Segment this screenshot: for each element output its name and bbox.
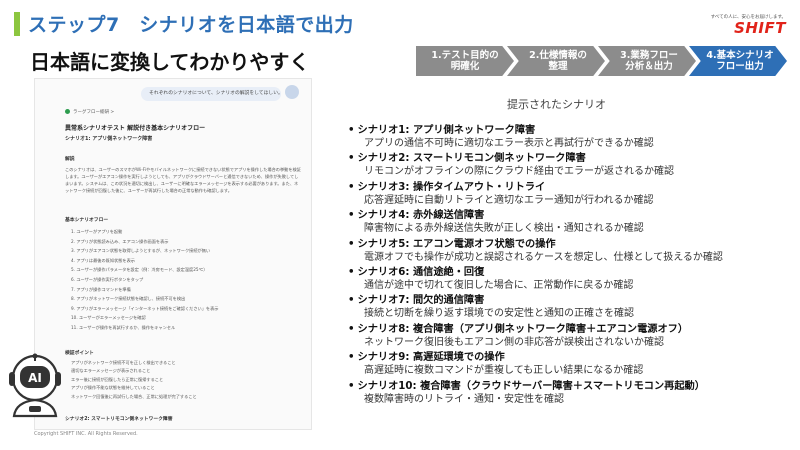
flow-step-2-line1: 2.仕様情報の [529, 50, 587, 61]
flow-step-2-line2: 整理 [548, 61, 568, 72]
scenario-title: シナリオ7: 間欠的通信障害 [348, 294, 798, 307]
flow-step-item: 5. ユーザーが操作パラメータを設定（例：冷房モード、設定温度25℃） [71, 267, 208, 273]
point-item: ネットワーク回復後に再試行した場合、正常に処理が完了すること [71, 393, 197, 399]
doc-scenario-heading: シナリオ1: アプリ側ネットワーク障害 [65, 136, 153, 142]
flow-step-3-line2: 分析＆出力 [625, 61, 673, 72]
scenario-title: シナリオ8: 複合障害（アプリ側ネットワーク障害＋エアコン電源オフ） [348, 323, 798, 336]
process-flow: 1.テスト目的の 明確化 2.仕様情報の 整理 3.業務フロー 分析＆出力 4.基本シ… [416, 46, 787, 76]
flow-step-item: 3. アプリがエアコン状態を取得しようとするが、ネットワーク接続が無い [71, 248, 211, 254]
flow-step-1-line2: 明確化 [450, 61, 480, 72]
next-scenario-heading: シナリオ2: スマートリモコン側ネットワーク障害 [65, 417, 173, 422]
scenario-item: シナリオ5: エアコン電源オフ状態での操作電源オフでも操作が成功と誤認されるケー… [348, 238, 798, 266]
point-item: アプリが操作不能な状態を維持していること [71, 385, 155, 391]
scenario-item: シナリオ8: 複合障害（アプリ側ネットワーク障害＋エアコン電源オフ）ネットワーク… [348, 323, 798, 351]
section-explain-heading: 解説 [65, 157, 75, 162]
ai-robot-icon: AI [4, 352, 66, 418]
point-item: アプリがネットワーク接続不可を正しく検出できること [71, 360, 176, 365]
scenario-list-heading: 提示されたシナリオ [507, 98, 606, 111]
page-subtitle: 日本語に変換してわかりやすく [30, 50, 310, 74]
flow-step-4: 4.基本シナリオ フロー出力 [689, 46, 787, 76]
flow-step-item: 1. ユーザーがアプリを起動 [71, 229, 123, 234]
scenario-desc: 複数障害時のリトライ・通知・安定性を確認 [364, 393, 564, 405]
slide: ステップ7 シナリオを日本語で出力 日本語に変換してわかりやすく すべての人に、… [0, 0, 800, 450]
scenario-title: シナリオ10: 複合障害（クラウドサーバー障害＋スマートリモコン再起動） [348, 380, 798, 393]
scenario-item: シナリオ3: 操作タイムアウト・リトライ応答遅延時に自動リトライと適切なエラー通… [348, 181, 798, 209]
flow-step-item: 9. アプリがエラーメッセージ「インターネット接続をご確認ください」を表示 [71, 305, 219, 311]
scenario-desc: ネットワーク復旧後もエアコン側の非応答が誤検出されないか確認 [364, 336, 664, 348]
scenario-desc: 通信が途中で切れて復旧した場合に、正常動作に戻るか確認 [364, 279, 634, 291]
flow-step-3: 3.業務フロー 分析＆出力 [598, 46, 696, 76]
points-list: アプリがネットワーク接続不可を正しく検出できること 適切なエラーメッセージが表示… [71, 359, 197, 401]
scenario-item: シナリオ6: 通信途絶・回復通信が途中で切れて復旧した場合に、正常動作に戻るか確… [348, 266, 798, 294]
scenario-item: シナリオ7: 間欠的通信障害接続と切断を繰り返す環境での安定性と通知の正確さを確… [348, 294, 798, 322]
user-avatar [285, 85, 299, 99]
user-message-bubble: それぞれのシナリオについて、シナリオの解説をしてほしい。 [141, 87, 283, 101]
doc-title: 異常系シナリオテスト 解説付き基本シナリオフロー [65, 125, 206, 132]
flow-step-item: 4. アプリは最後の既知状態を表示 [71, 257, 135, 263]
scenario-title: シナリオ6: 通信途絶・回復 [348, 266, 798, 279]
flow-step-2: 2.仕様情報の 整理 [507, 46, 605, 76]
scenario-desc: 電源オフでも操作が成功と誤認されるケースを想定し、仕様として扱えるか確認 [364, 251, 723, 263]
scenario-item: シナリオ4: 赤外線送信障害障害物による赤外線送信失敗が正しく検出・通知されるか… [348, 209, 798, 237]
title-accent-bar [14, 12, 20, 36]
flow-step-1-line1: 1.テスト目的の [431, 50, 499, 61]
scenario-title: シナリオ1: アプリ側ネットワーク障害 [348, 124, 798, 137]
bot-status-icon [65, 109, 70, 114]
scenario-title: シナリオ3: 操作タイムアウト・リトライ [348, 181, 798, 194]
flow-steps-list: 1. ユーザーがアプリを起動 2. アプリが状態読み込み、エアコン操作画面を表示… [71, 227, 218, 333]
scenario-desc: 高遅延時に複数コマンドが重複しても正しい結果になるか確認 [364, 365, 644, 377]
section-flow-heading: 基本シナリオフロー [65, 218, 109, 223]
point-item: エラー後に接続が回復したら正常に復帰すること [71, 376, 164, 382]
flow-step-1: 1.テスト目的の 明確化 [416, 46, 514, 76]
scenario-desc: 障害物による赤外線送信失敗が正しく検出・通知されるか確認 [364, 223, 644, 235]
flow-step-item: 11. ユーザーが操作を再試行するか、操作をキャンセル [71, 324, 176, 330]
flow-step-item: 6. ユーザーが操作実行ボタンをタップ [71, 276, 144, 282]
scenario-title: シナリオ9: 高遅延環境での操作 [348, 351, 798, 364]
scenario-title: シナリオ5: エアコン電源オフ状態での操作 [348, 238, 798, 251]
logo-brand: SHIFT [734, 19, 786, 37]
explain-paragraph: このシナリオは、ユーザーのスマホがWi-Fiやモバイルネットワークに接続できない… [65, 167, 301, 193]
scenario-list: シナリオ1: アプリ側ネットワーク障害アプリの通信不可時に適切なエラー表示と再試… [348, 124, 798, 408]
scenario-desc: 応答遅延時に自動リトライと適切なエラー通知が行われるか確認 [364, 194, 654, 206]
section-points-heading: 検証ポイント [65, 351, 94, 356]
copyright-footer: Copyright SHIFT INC. All Rights Reserved… [34, 431, 138, 437]
scenario-title: シナリオ2: スマートリモコン側ネットワーク障害 [348, 152, 798, 165]
bot-tag-label: ラーグフロー総研 > [73, 110, 115, 115]
flow-step-3-line1: 3.業務フロー [620, 50, 678, 61]
step-title: ステップ7 シナリオを日本語で出力 [28, 14, 354, 36]
scenario-item: シナリオ2: スマートリモコン側ネットワーク障害リモコンがオフラインの際にクラウ… [348, 152, 798, 180]
scenario-item: シナリオ1: アプリ側ネットワーク障害アプリの通信不可時に適切なエラー表示と再試… [348, 124, 798, 152]
scenario-item: シナリオ9: 高遅延環境での操作高遅延時に複数コマンドが重複しても正しい結果にな… [348, 351, 798, 379]
scenario-desc: リモコンがオフラインの際にクラウド経由でエラーが返されるか確認 [364, 166, 674, 178]
shift-logo: すべての人に、安心をお届けします。 SHIFT [706, 14, 786, 36]
point-item: 適切なエラーメッセージが表示されること [71, 368, 151, 374]
flow-step-item: 7. アプリが操作コマンドを準備 [71, 286, 131, 292]
scenario-item: シナリオ10: 複合障害（クラウドサーバー障害＋スマートリモコン再起動）複数障害… [348, 380, 798, 408]
flow-step-item: 2. アプリが状態読み込み、エアコン操作画面を表示 [71, 238, 169, 244]
scenario-desc: 接続と切断を繰り返す環境での安定性と通知の正確さを確認 [364, 308, 634, 320]
scenario-title: シナリオ4: 赤外線送信障害 [348, 209, 798, 222]
robot-label: AI [28, 371, 42, 385]
bot-tag: ラーグフロー総研 > [65, 109, 114, 115]
flow-step-4-line1: 4.基本シナリオ [706, 50, 774, 61]
flow-step-item: 10. ユーザーがエラーメッセージを確認 [71, 315, 146, 321]
flow-step-item: 8. アプリがネットワーク接続状態を確認し、接続不可を検出 [71, 296, 186, 302]
chat-screenshot: それぞれのシナリオについて、シナリオの解説をしてほしい。 ラーグフロー総研 > … [34, 78, 312, 430]
flow-step-4-line2: フロー出力 [716, 61, 764, 72]
scenario-desc: アプリの通信不可時に適切なエラー表示と再試行ができるか確認 [364, 138, 654, 149]
